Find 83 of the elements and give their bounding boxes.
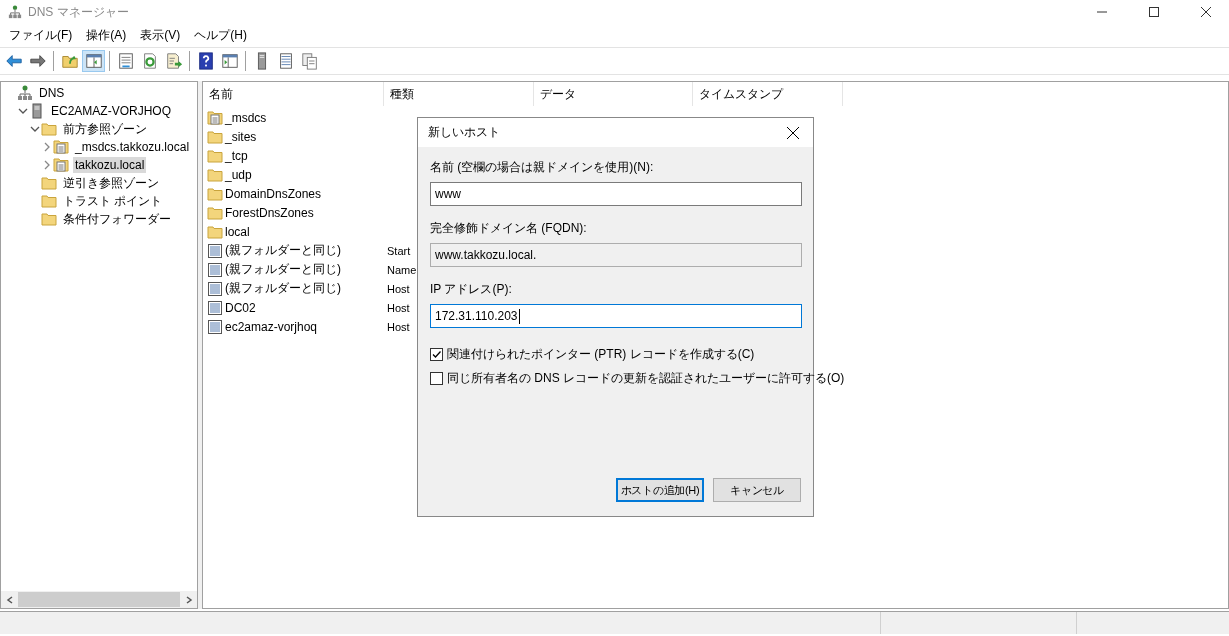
properties-icon [116,52,135,70]
help-icon [196,52,215,70]
folder-icon [207,128,223,145]
zone-file-icon [207,109,223,126]
table-cell-text: Host [386,320,410,333]
table-cell-text: Name [386,263,417,276]
table-cell: (親フォルダーと同じ) [225,261,341,278]
table-cell: _msdcs [225,110,267,125]
horizontal-scrollbar[interactable] [1,591,197,608]
column-header[interactable]: タイムスタンプ [693,82,843,106]
table-cell-text: Host [386,301,410,314]
text-field[interactable]: www.takkozu.local. [430,243,802,267]
copy-icon [300,52,319,70]
server-icon [29,103,45,119]
tree-item[interactable]: トラスト ポイント [61,191,165,211]
table-cell: (親フォルダーと同じ) [225,280,341,297]
network-icon [8,5,22,19]
record-icon [207,299,223,316]
checkbox-label: 同じ所有者名の DNS レコードの更新を認証されたユーザーに許可する(O) [447,369,845,387]
window-title: DNS マネージャー [28,3,129,21]
table-cell: _tcp [225,148,248,163]
record-icon [207,242,223,259]
table-cell: (親フォルダーと同じ) [225,242,341,259]
tree-item[interactable]: 逆引き参照ゾーン [61,173,161,193]
tree-item[interactable]: DNS [37,85,67,101]
table-cell: _udp [225,167,252,182]
checkbox[interactable] [430,371,443,385]
toolbar-button[interactable] [82,50,105,72]
folder-icon [41,193,57,209]
network-icon [17,85,33,101]
zone-file-icon [53,139,69,155]
folder-icon [207,204,223,221]
export-icon [164,52,183,70]
menu-item[interactable]: ヘルプ(H) [187,25,254,46]
menu-item[interactable]: 操作(A) [79,25,134,46]
record-icon [207,280,223,297]
dialog-button[interactable]: ホストの追加(H) [616,478,704,502]
folder-icon [207,166,223,183]
checkbox-label: 関連付けられたポインター (PTR) レコードを作成する(C) [447,345,755,363]
record-icon [207,318,223,335]
dialog-title: 新しいホスト [428,124,500,141]
folder-icon [207,223,223,240]
tree-item[interactable]: takkozu.local [73,157,147,173]
folder-icon [41,211,57,227]
table-cell: ForestDnsZones [225,205,314,220]
field-label: IP アドレス(P): [430,281,513,298]
text-field[interactable]: www [430,182,802,206]
folder-icon [207,147,223,164]
close-icon [787,126,799,139]
table-cell-text: Start [386,244,411,257]
menu-item[interactable]: 表示(V) [133,25,188,46]
window-icon [220,52,239,70]
folder-icon [207,185,223,202]
folder-icon [41,175,57,191]
dialog-button[interactable]: キャンセル [713,478,801,502]
forward-icon [28,52,47,70]
maximize-icon [1149,7,1159,17]
pane-icon [84,52,103,70]
table-cell: local [225,224,250,239]
record-icon [207,261,223,278]
table-cell: _sites [225,129,257,144]
scroll-left-icon[interactable] [5,595,14,604]
back-icon [4,52,23,70]
column-header[interactable]: データ [534,82,693,106]
field-label: 名前 (空欄の場合は親ドメインを使用)(N): [430,159,655,176]
tree-item[interactable]: 条件付フォワーダー [61,209,173,229]
table-cell: DomainDnsZones [225,186,322,201]
column-header[interactable]: 種類 [384,82,534,106]
tree-item[interactable]: EC2AMAZ-VORJHOQ [49,103,173,119]
table-cell: DC02 [225,300,256,315]
close-icon [1201,7,1211,17]
column-header[interactable]: 名前 [203,82,384,106]
field-label: 完全修飾ドメイン名 (FQDN): [430,220,588,237]
tree-item[interactable]: _msdcs.takkozu.local [73,139,192,155]
scroll-right-icon[interactable] [184,595,193,604]
checkbox[interactable] [430,347,443,361]
text-field[interactable]: 172.31.110.203 [430,304,802,328]
zone-file-icon [53,157,69,173]
menu-item[interactable]: ファイル(F) [2,25,80,46]
table-cell: ec2amaz-vorjhoq [225,319,318,334]
tree-item[interactable]: 前方参照ゾーン [61,119,149,139]
folder-icon [41,121,57,137]
table-cell-text: Host [386,282,410,295]
